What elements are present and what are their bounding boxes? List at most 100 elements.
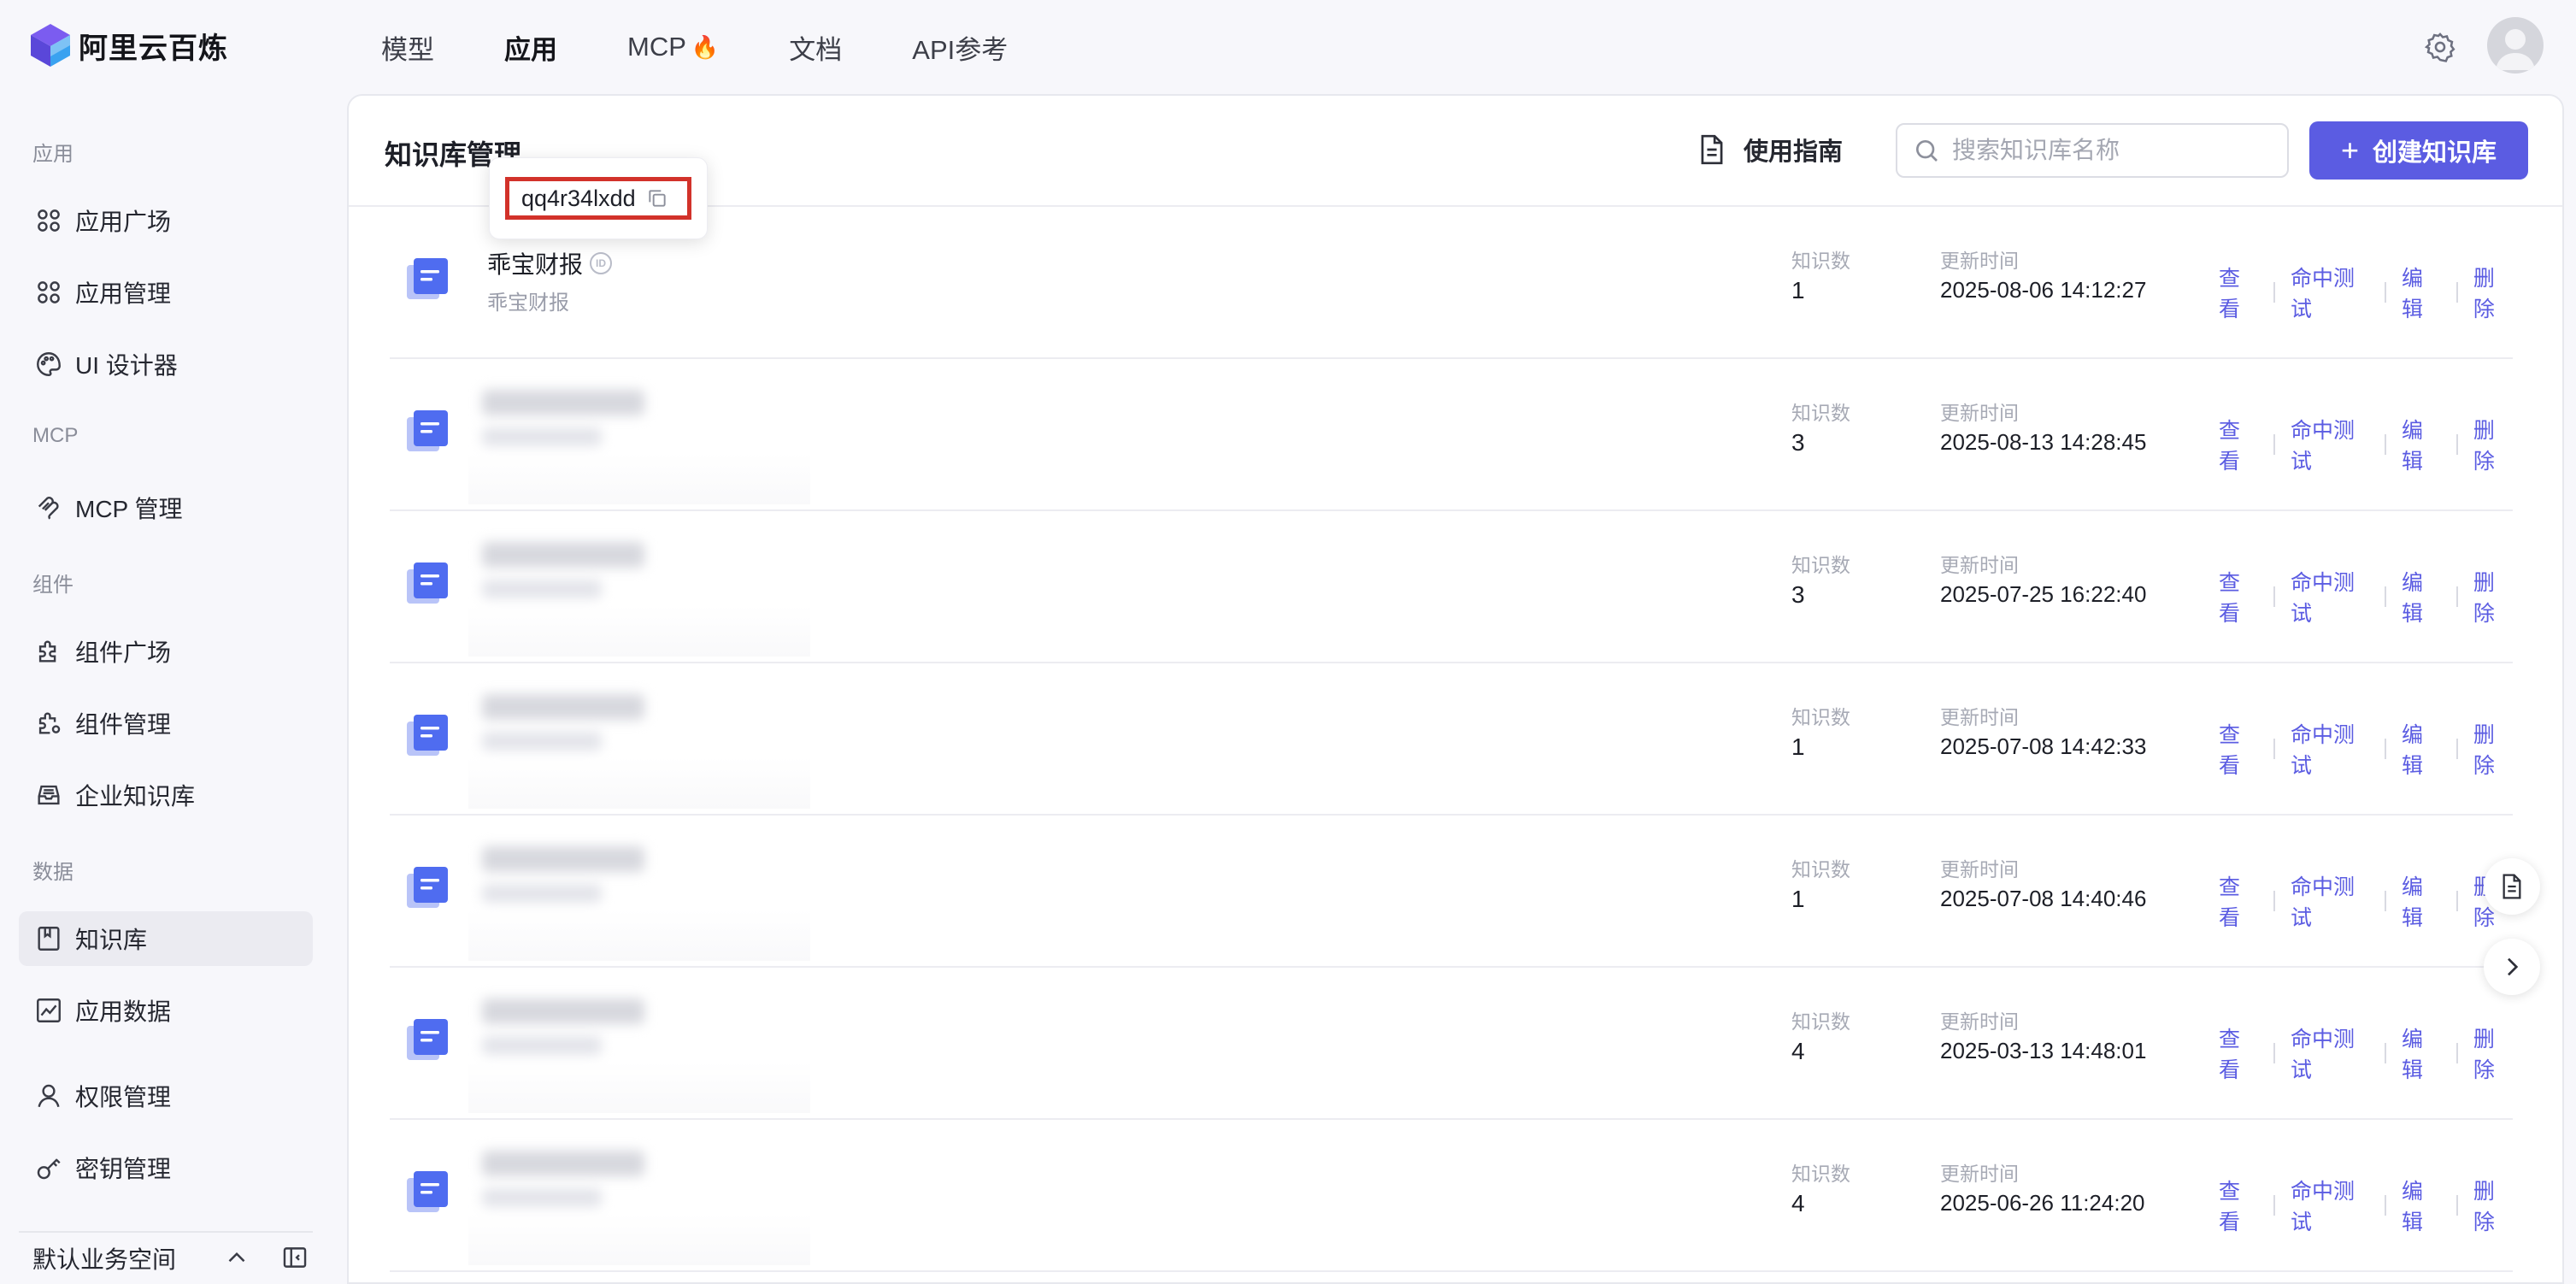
row-action[interactable]: 查看: [2219, 414, 2258, 475]
row-action[interactable]: 查看: [2219, 718, 2258, 780]
bailian-logo-icon: [31, 24, 70, 67]
floating-expand-button[interactable]: [2484, 939, 2540, 995]
row-action[interactable]: 编辑: [2402, 262, 2441, 323]
sidebar-item-enterprise-kb[interactable]: 企业知识库: [19, 768, 313, 822]
knowledge-base-icon: [407, 1171, 448, 1212]
knowledge-base-description: 乖宝财报: [487, 292, 569, 315]
blurred-name: [482, 846, 644, 872]
row-action[interactable]: 查看: [2219, 1175, 2258, 1236]
sidebar-item-app-data[interactable]: 应用数据: [19, 983, 313, 1038]
row-action[interactable]: 命中测试: [2291, 262, 2369, 323]
row-action[interactable]: 编辑: [2402, 870, 2441, 932]
sidebar-item-ui-designer[interactable]: UI 设计器: [19, 337, 313, 392]
row-action[interactable]: 编辑: [2402, 566, 2441, 627]
sidebar-group-apps: 应用: [32, 143, 74, 166]
brand-logo[interactable]: 阿里云百炼: [29, 22, 228, 68]
doc-count-label: 知识数: [1791, 706, 1850, 728]
row-action[interactable]: 查看: [2219, 566, 2258, 627]
blur-overlay: [468, 605, 810, 657]
puzzle-settings-icon: [38, 712, 61, 734]
create-knowledge-base-button[interactable]: + 创建知识库: [2309, 121, 2528, 180]
list-item[interactable]: 知识数 3 更新时间 2025-07-25 16:22:40 查看 命中测试 编辑 删除: [390, 511, 2513, 663]
row-action[interactable]: 命中测试: [2291, 414, 2369, 475]
top-nav-label: 应用: [504, 34, 557, 65]
sidebar-item-label: 组件管理: [75, 711, 172, 738]
top-nav-models[interactable]: 模型: [381, 28, 434, 67]
row-action[interactable]: 命中测试: [2291, 1175, 2369, 1236]
search-box[interactable]: [1896, 123, 2289, 178]
id-icon[interactable]: ID: [590, 252, 613, 274]
row-actions: 查看命中测试编辑删除: [2219, 262, 2513, 323]
row-action[interactable]: 删除: [2473, 566, 2513, 627]
action-divider: [2273, 282, 2275, 303]
floating-doc-button[interactable]: [2484, 858, 2540, 915]
row-action[interactable]: 命中测试: [2291, 870, 2369, 932]
list-item[interactable]: 知识数 1 更新时间 2025-07-08 14:42:33 查看 命中测试 编辑 删除: [390, 663, 2513, 816]
avatar[interactable]: [2487, 17, 2544, 74]
list-item[interactable]: 知识数 4 更新时间 2025-06-26 11:24:20 查看 命中测试 编辑 删除: [390, 1120, 2513, 1272]
row-action[interactable]: 删除: [2473, 1022, 2513, 1084]
knowledge-base-icon: [407, 410, 448, 451]
sidebar-item-app-plaza[interactable]: 应用广场: [19, 193, 313, 248]
blurred-description: [482, 732, 602, 751]
sidebar-item-app-manage[interactable]: 应用管理: [19, 265, 313, 320]
list-item[interactable]: 知识数 1 更新时间 2025-07-08 14:40:46 查看命中测试编辑删除: [390, 816, 2513, 968]
updated-time-label: 更新时间: [1940, 1163, 2019, 1185]
search-input[interactable]: [1952, 137, 2277, 164]
sidebar-item-knowledge-base[interactable]: 知识库: [19, 911, 313, 966]
row-action[interactable]: 删除: [2473, 262, 2513, 323]
blurred-description: [482, 1036, 602, 1055]
copy-icon[interactable]: [646, 187, 668, 209]
row-action[interactable]: 查看: [2219, 262, 2258, 323]
top-nav-apps[interactable]: 应用: [504, 28, 557, 67]
sidebar-item-permissions[interactable]: 权限管理: [19, 1069, 313, 1123]
knowledge-base-icon: [407, 1019, 448, 1060]
knowledge-base-id: qq4r34lxdd: [521, 185, 636, 211]
action-divider: [2385, 1043, 2386, 1063]
sidebar-item-component-manage[interactable]: 组件管理: [19, 696, 313, 751]
sidebar-item-component-plaza[interactable]: 组件广场: [19, 624, 313, 679]
list-item[interactable]: 知识数 4 更新时间 2025-03-13 14:48:01 查看 命中测试 编辑 删除: [390, 968, 2513, 1120]
sidebar-group-mcp: MCP: [32, 424, 79, 447]
top-nav-docs[interactable]: 文档: [789, 28, 842, 67]
list-item[interactable]: 乖宝财报 ID 乖宝财报 知识数 1 更新时间 2025-08-06 14:12:27 查看命…: [390, 207, 2513, 359]
top-nav-mcp[interactable]: MCP 🔥: [627, 32, 719, 62]
id-highlight-box: qq4r34lxdd: [505, 177, 691, 220]
row-action[interactable]: 查看: [2219, 870, 2258, 932]
doc-count-value: 1: [1791, 277, 1805, 303]
blur-overlay: [468, 1062, 810, 1113]
row-action[interactable]: 命中测试: [2291, 718, 2369, 780]
row-action[interactable]: 命中测试: [2291, 1022, 2369, 1084]
action-divider: [2456, 282, 2458, 303]
document-icon: [1701, 134, 1723, 165]
id-tooltip: qq4r34lxdd: [489, 157, 708, 239]
row-actions: 查看命中测试编辑删除: [2219, 1175, 2513, 1236]
row-action[interactable]: 编辑: [2402, 718, 2441, 780]
guide-link[interactable]: 使用指南: [1697, 132, 1843, 168]
row-action[interactable]: 删除: [2473, 1175, 2513, 1236]
action-divider: [2385, 739, 2386, 759]
action-divider: [2385, 586, 2386, 607]
sidebar-item-mcp-manage[interactable]: MCP 管理: [19, 480, 313, 535]
doc-count-value: 4: [1791, 1038, 1805, 1064]
knowledge-base-name[interactable]: 乖宝财报 ID: [487, 246, 613, 280]
list-item[interactable]: 知识数 3 更新时间 2025-08-13 14:28:45 查看 命中测试 编辑 删除: [390, 359, 2513, 511]
updated-time-label: 更新时间: [1940, 858, 2019, 881]
updated-time-value: 2025-07-08 14:42:33: [1940, 733, 2147, 759]
inbox-icon: [38, 785, 60, 805]
collapse-sidebar-icon[interactable]: [280, 1243, 309, 1272]
sidebar-item-keys[interactable]: 密钥管理: [19, 1140, 313, 1195]
gear-icon[interactable]: [2424, 31, 2456, 63]
row-action[interactable]: 编辑: [2402, 414, 2441, 475]
row-action[interactable]: 命中测试: [2291, 566, 2369, 627]
row-action[interactable]: 查看: [2219, 1022, 2258, 1084]
row-action[interactable]: 编辑: [2402, 1175, 2441, 1236]
top-nav-api[interactable]: API参考: [912, 28, 1008, 67]
workspace-switcher[interactable]: 默认业务空间: [19, 1231, 313, 1284]
row-actions: 查看命中测试编辑删除: [2219, 870, 2513, 932]
updated-time-label: 更新时间: [1940, 1010, 2019, 1033]
row-action[interactable]: 删除: [2473, 718, 2513, 780]
row-action[interactable]: 编辑: [2402, 1022, 2441, 1084]
row-action[interactable]: 删除: [2473, 414, 2513, 475]
chevron-up-icon[interactable]: [222, 1243, 251, 1272]
